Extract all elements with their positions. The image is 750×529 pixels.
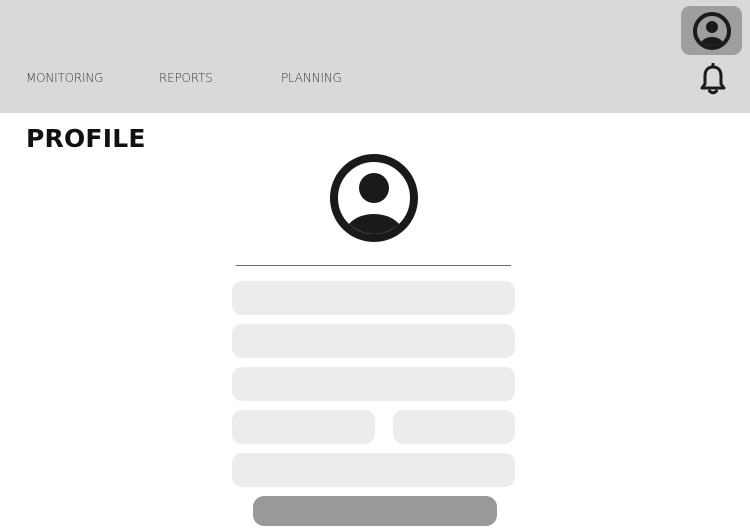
nav-reports[interactable]: REPORTS (159, 71, 213, 85)
submit-button[interactable] (253, 496, 497, 526)
profile-field-2[interactable] (232, 324, 515, 358)
top-header: MONITORING REPORTS PLANNING (0, 0, 750, 113)
page-title: PROFILE (26, 124, 146, 153)
account-button[interactable] (681, 6, 742, 55)
avatar-divider (236, 265, 511, 266)
profile-field-3[interactable] (232, 367, 515, 401)
profile-field-6[interactable] (232, 453, 515, 487)
bell-icon[interactable] (699, 63, 727, 95)
profile-field-1[interactable] (232, 281, 515, 315)
nav-monitoring[interactable]: MONITORING (26, 71, 103, 85)
nav-planning[interactable]: PLANNING (281, 71, 342, 85)
user-avatar-icon (330, 154, 418, 242)
user-circle-icon (692, 11, 731, 50)
profile-field-5[interactable] (393, 410, 515, 444)
profile-field-4[interactable] (232, 410, 375, 444)
